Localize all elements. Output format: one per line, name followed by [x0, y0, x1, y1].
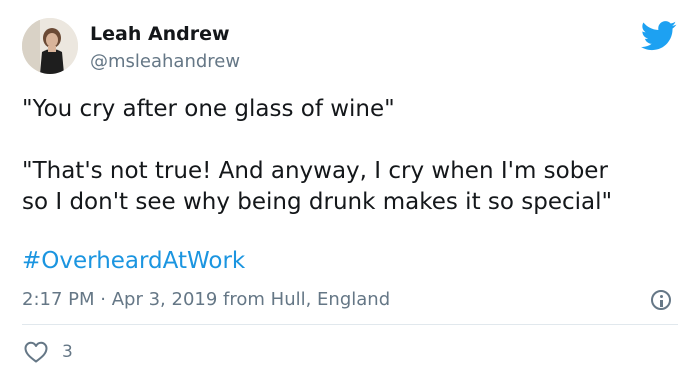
meta-separator: · — [100, 289, 106, 310]
like-button[interactable]: 3 — [24, 341, 73, 363]
author-name[interactable]: Leah Andrew — [90, 23, 230, 45]
tweet-card: Leah Andrew @msleahandrew "You cry after… — [0, 0, 700, 381]
divider — [22, 324, 678, 325]
info-icon[interactable] — [651, 290, 671, 310]
author-handle[interactable]: @msleahandrew — [90, 51, 240, 72]
avatar-photo — [22, 18, 78, 74]
like-count: 3 — [62, 342, 73, 362]
hashtag-link[interactable]: #OverheardAtWork — [22, 248, 245, 274]
tweet-time[interactable]: 2:17 PM — [22, 289, 95, 310]
tweet-line: so I don't see why being drunk makes it … — [22, 189, 613, 215]
heart-icon — [24, 341, 48, 363]
tweet-date[interactable]: Apr 3, 2019 — [112, 289, 218, 310]
tweet-metadata: 2:17 PM · Apr 3, 2019 from Hull, England — [22, 289, 390, 310]
tweet-line: "You cry after one glass of wine" — [22, 96, 395, 122]
tweet-line: "That's not true! And anyway, I cry when… — [22, 158, 608, 184]
tweet-location: from Hull, England — [223, 289, 391, 310]
twitter-bird-icon[interactable] — [641, 21, 677, 51]
avatar[interactable] — [22, 18, 78, 74]
tweet-text: "You cry after one glass of wine" "That'… — [22, 94, 682, 218]
